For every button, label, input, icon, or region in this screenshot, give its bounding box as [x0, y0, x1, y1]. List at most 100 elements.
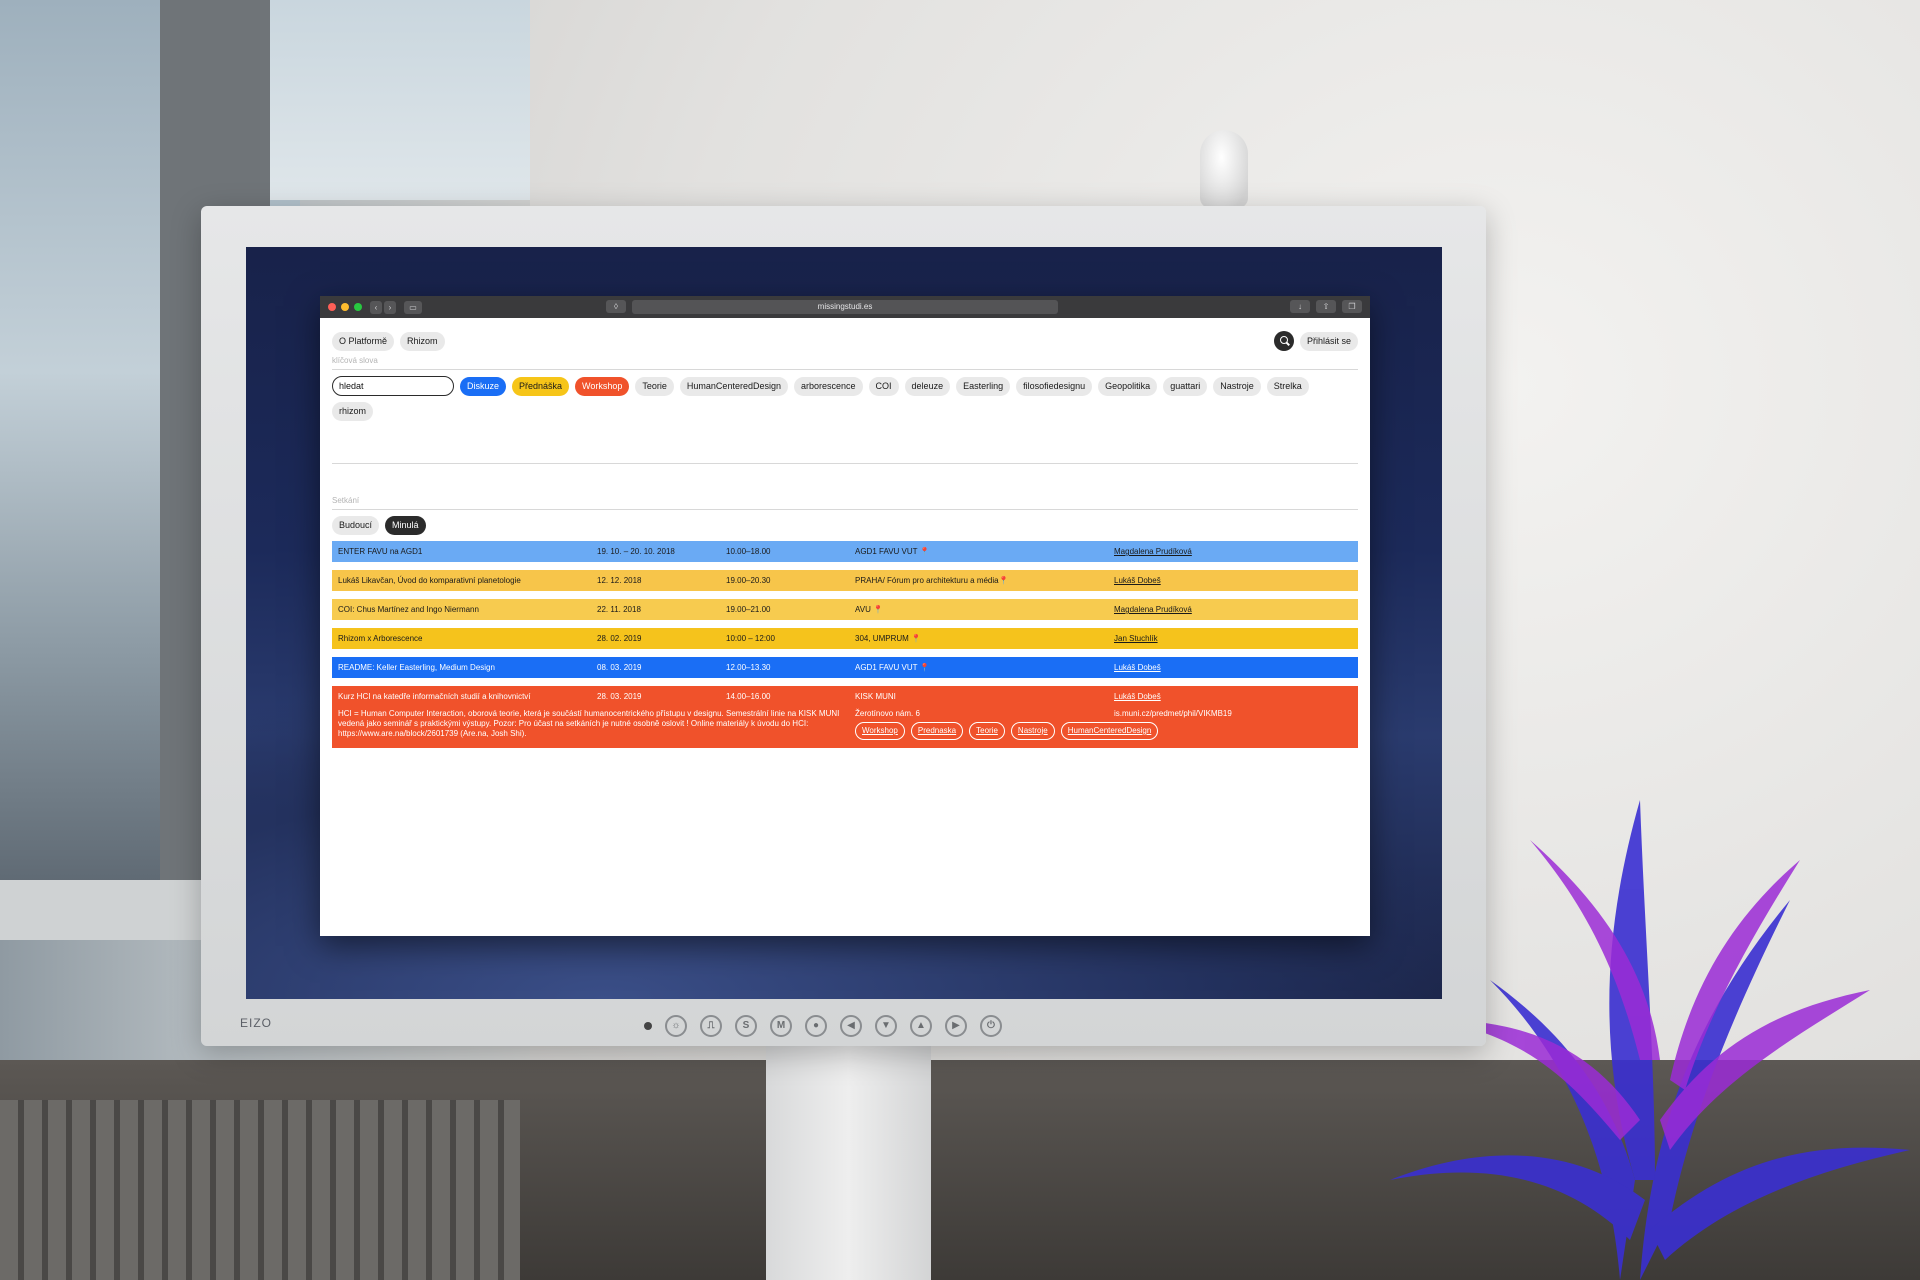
- event-time: 19.00–20.30: [726, 576, 771, 585]
- event-person-link[interactable]: Magdalena Prudíková: [1114, 541, 1344, 562]
- share-icon[interactable]: ⇧: [1316, 300, 1336, 313]
- event-row[interactable]: Rhizom x Arborescence 28. 02. 2019 10:00…: [332, 628, 1358, 649]
- event-person-link[interactable]: Lukáš Dobeš: [1114, 570, 1344, 591]
- m-button[interactable]: M: [770, 1015, 792, 1037]
- event-tag-workshop[interactable]: Workshop: [855, 722, 905, 740]
- tag-prednaska[interactable]: Přednáška: [512, 376, 570, 396]
- event-tag-teorie[interactable]: Teorie: [969, 722, 1005, 740]
- window-controls: [328, 303, 362, 311]
- tag-deleuze[interactable]: deleuze: [904, 376, 951, 396]
- radiator: [0, 1100, 520, 1280]
- tag-diskuze[interactable]: Diskuze: [460, 376, 507, 396]
- event-time: 10.00–18.00: [726, 547, 771, 556]
- tab-future[interactable]: Budoucí: [332, 516, 380, 535]
- location-pin-icon[interactable]: 📍: [920, 663, 930, 672]
- event-person-link[interactable]: Lukáš Dobeš: [1114, 686, 1344, 707]
- event-row[interactable]: Lukáš Likavčan, Úvod do komparativní pla…: [332, 570, 1358, 591]
- sidebar-icon[interactable]: ▭: [404, 300, 422, 314]
- event-person-link[interactable]: Lukáš Dobeš: [1114, 657, 1344, 678]
- down-button[interactable]: ▼: [875, 1015, 897, 1037]
- divider: [332, 369, 1358, 370]
- power-button[interactable]: ⏻: [980, 1015, 1002, 1037]
- event-person-link[interactable]: Magdalena Prudíková: [1114, 599, 1344, 620]
- power-led: [644, 1022, 652, 1030]
- event-row-expanded[interactable]: Kurz HCI na katedře informačních studií …: [332, 686, 1358, 748]
- event-description: HCI = Human Computer Interaction, oborov…: [338, 709, 840, 738]
- tag-guattari[interactable]: guattari: [1163, 376, 1208, 396]
- event-place: 304, UMPRUM: [855, 634, 909, 643]
- event-tag-nastroje[interactable]: Nastroje: [1010, 722, 1055, 740]
- search-icon[interactable]: [1273, 331, 1294, 351]
- left-button[interactable]: ◀: [840, 1015, 862, 1037]
- window-sill: [0, 880, 210, 940]
- monitor-stand: [766, 1045, 931, 1280]
- back-icon[interactable]: ‹: [370, 300, 382, 314]
- event-person-link[interactable]: Jan Stuchlík: [1114, 628, 1344, 649]
- event-title: ENTER FAVU na AGD1: [338, 547, 423, 556]
- nav-rhizom[interactable]: Rhizom: [400, 331, 445, 351]
- s-button[interactable]: S: [735, 1015, 757, 1037]
- brightness-button[interactable]: ☼: [665, 1015, 687, 1037]
- page-content: O Platformě Rhizom Přihlásit se klíčová …: [320, 318, 1370, 748]
- enter-button[interactable]: ●: [805, 1015, 827, 1037]
- event-external-link[interactable]: is.muni.cz/predmet/phil/VIKMB19: [1114, 709, 1344, 740]
- location-pin-icon[interactable]: 📍: [873, 605, 883, 614]
- address-bar[interactable]: missingstudi.es: [632, 300, 1058, 314]
- tag-rhizom[interactable]: rhizom: [332, 402, 374, 421]
- event-row[interactable]: README: Keller Easterling, Medium Design…: [332, 657, 1358, 678]
- tag-teorie[interactable]: Teorie: [635, 376, 674, 396]
- location-pin-icon[interactable]: 📍: [999, 576, 1009, 585]
- tag-workshop[interactable]: Workshop: [575, 376, 630, 396]
- tag-geopolitika[interactable]: Geopolitika: [1098, 376, 1158, 396]
- download-icon[interactable]: ↓: [1290, 300, 1310, 313]
- maximize-window-icon[interactable]: [354, 303, 362, 311]
- event-time: 12.00–13.30: [726, 663, 771, 672]
- monitor-control-buttons: ☼ ⎍ S M ● ◀ ▼ ▲ ▶ ⏻: [644, 1015, 1002, 1037]
- up-button[interactable]: ▲: [910, 1015, 932, 1037]
- event-title: Lukáš Likavčan, Úvod do komparativní pla…: [338, 576, 521, 585]
- input-button[interactable]: ⎍: [700, 1015, 722, 1037]
- event-row[interactable]: COI: Chus Martínez and Ingo Niermann 22.…: [332, 599, 1358, 620]
- shield-icon[interactable]: ◊: [606, 300, 626, 313]
- location-pin-icon[interactable]: 📍: [911, 634, 921, 643]
- browser-window: ‹ › ▭ ◊ missingstudi.es ↓ ⇧ ❐ O Platform…: [320, 296, 1370, 936]
- tag-filosofiedesignu[interactable]: filosofiedesignu: [1016, 376, 1093, 396]
- keywords-label: klíčová slova: [332, 356, 378, 365]
- keyword-search-input[interactable]: [332, 376, 454, 396]
- event-date: 19. 10. – 20. 10. 2018: [597, 547, 675, 556]
- event-place: AVU: [855, 605, 871, 614]
- close-window-icon[interactable]: [328, 303, 336, 311]
- login-button[interactable]: Přihlásit se: [1299, 331, 1358, 351]
- forward-icon[interactable]: ›: [384, 300, 396, 314]
- event-date: 28. 03. 2019: [597, 692, 642, 701]
- tag-humancentereddesign[interactable]: HumanCenteredDesign: [679, 376, 788, 396]
- figurine: [1200, 130, 1248, 208]
- minimize-window-icon[interactable]: [341, 303, 349, 311]
- meeting-tabs: Budoucí Minulá: [332, 516, 1358, 535]
- event-time: 19.00–21.00: [726, 605, 771, 614]
- event-row[interactable]: ENTER FAVU na AGD1 19. 10. – 20. 10. 201…: [332, 541, 1358, 562]
- tag-strelka[interactable]: Strelka: [1266, 376, 1309, 396]
- event-place: KISK MUNI: [855, 692, 896, 701]
- event-title: Kurz HCI na katedře informačních studií …: [338, 692, 531, 701]
- tag-nastroje[interactable]: Nastroje: [1213, 376, 1261, 396]
- event-tag-prednaska[interactable]: Prednaska: [910, 722, 964, 740]
- nav-about[interactable]: O Platformě: [332, 331, 395, 351]
- tab-past[interactable]: Minulá: [385, 516, 426, 535]
- event-tags: Workshop Prednaska Teorie Nastroje Human…: [855, 722, 1159, 740]
- tag-arborescence[interactable]: arborescence: [793, 376, 863, 396]
- top-navigation: O Platformě Rhizom Přihlásit se: [332, 330, 1358, 352]
- location-pin-icon[interactable]: 📍: [920, 547, 930, 556]
- tag-coi[interactable]: COI: [868, 376, 899, 396]
- event-date: 08. 03. 2019: [597, 663, 642, 672]
- window-pane: [270, 0, 560, 200]
- divider: [332, 463, 1358, 464]
- event-title: COI: Chus Martínez and Ingo Niermann: [338, 605, 479, 614]
- right-button[interactable]: ▶: [945, 1015, 967, 1037]
- tag-easterling[interactable]: Easterling: [956, 376, 1011, 396]
- event-title: README: Keller Easterling, Medium Design: [338, 663, 495, 672]
- tabs-icon[interactable]: ❐: [1342, 300, 1362, 313]
- meetings-label: Setkání: [332, 496, 360, 505]
- event-time: 14.00–16.00: [726, 692, 771, 701]
- event-place: AGD1 FAVU VUT: [855, 547, 918, 556]
